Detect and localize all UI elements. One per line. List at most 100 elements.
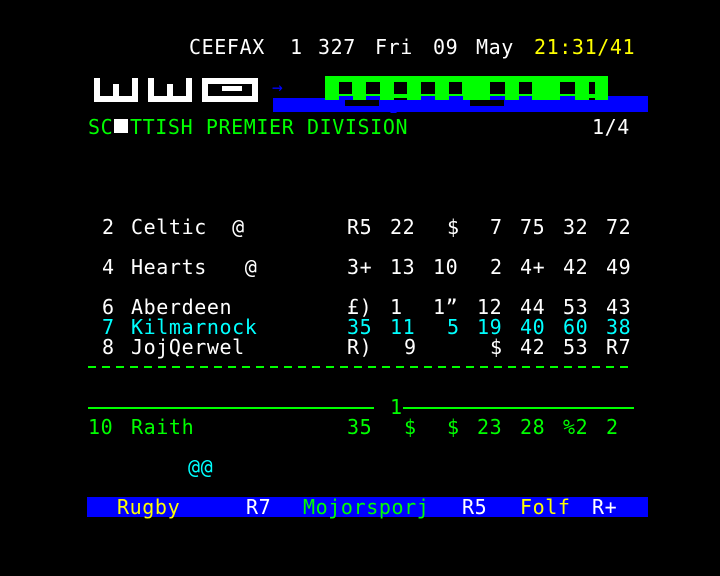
- dash-segment: [578, 366, 586, 368]
- fastext-golf-link[interactable]: Folf: [520, 497, 571, 517]
- dash-segment: [116, 366, 124, 368]
- dash-segment: [312, 366, 320, 368]
- fastext-rugby-page[interactable]: R7: [246, 497, 271, 517]
- cursor-block: [114, 119, 128, 133]
- dash-segment: [228, 366, 236, 368]
- row-col2: 11: [390, 315, 416, 339]
- row-team: Aberdeen: [131, 295, 233, 319]
- dash-segment: [144, 366, 152, 368]
- row-col3: $: [447, 215, 460, 239]
- dash-segment: [354, 366, 362, 368]
- row-col7: 2: [606, 415, 619, 439]
- dash-segment: [270, 366, 278, 368]
- row-position: 7: [102, 315, 115, 339]
- dash-segment: [242, 366, 250, 368]
- row-col4: 12: [477, 295, 503, 319]
- channel-number: 1: [290, 35, 303, 59]
- row-col6: 42: [563, 255, 589, 279]
- fastext-golf-page[interactable]: R+: [592, 497, 617, 517]
- row-col7: 38: [606, 315, 632, 339]
- row-position: 6: [102, 295, 115, 319]
- dash-segment: [186, 366, 194, 368]
- row-col3: 1”: [433, 295, 459, 319]
- row-team: Hearts @: [131, 255, 258, 279]
- row-col6: 32: [563, 215, 589, 239]
- fastext-motorsport-page[interactable]: R5: [462, 497, 487, 517]
- row-col4: 19: [477, 315, 503, 339]
- page-count: 1/4: [592, 115, 630, 139]
- row-position: 10: [88, 415, 114, 439]
- dash-segment: [214, 366, 222, 368]
- row-col2: 13: [390, 255, 416, 279]
- dash-segment: [494, 366, 502, 368]
- divider-right: [403, 407, 634, 409]
- dash-segment: [158, 366, 166, 368]
- dash-segment: [200, 366, 208, 368]
- dash-segment: [102, 366, 110, 368]
- row-col5: 42: [520, 335, 546, 359]
- fastext-motorsport-link[interactable]: Mojorsporj: [303, 497, 429, 517]
- row-col2: 9: [404, 335, 417, 359]
- row-col2: 1: [390, 295, 403, 319]
- arrow-icon: →: [272, 77, 284, 98]
- row-col1: 35: [347, 315, 373, 339]
- row-col7: 49: [606, 255, 632, 279]
- row-col4: $: [490, 335, 503, 359]
- footer-glyph: @@: [188, 455, 214, 479]
- row-team: JojQerwel: [131, 335, 245, 359]
- row-col3: 5: [447, 315, 460, 339]
- row-col4: 7: [490, 215, 503, 239]
- divider-mark: 1: [390, 395, 403, 419]
- dash-segment: [172, 366, 180, 368]
- fastext-rugby-link[interactable]: Rugby: [117, 497, 180, 517]
- dash-segment: [620, 366, 628, 368]
- dash-segment: [522, 366, 530, 368]
- row-col1: R): [347, 335, 373, 359]
- dash-segment: [368, 366, 376, 368]
- row-position: 8: [102, 335, 115, 359]
- header-time: 21:31/41: [534, 35, 636, 59]
- row-col1: 35: [347, 415, 373, 439]
- header-day: Fri: [375, 35, 413, 59]
- row-col2: 22: [390, 215, 416, 239]
- row-col5: 4+: [520, 255, 546, 279]
- dash-segment: [326, 366, 334, 368]
- row-col5: 75: [520, 215, 546, 239]
- row-col6: %2: [563, 415, 589, 439]
- dash-segment: [410, 366, 418, 368]
- row-col2: $: [404, 415, 417, 439]
- row-col1: £): [347, 295, 373, 319]
- dash-segment: [592, 366, 600, 368]
- dash-segment: [606, 366, 614, 368]
- dash-segment: [298, 366, 306, 368]
- dash-segment: [340, 366, 348, 368]
- header-month: May: [476, 35, 514, 59]
- row-col6: 53: [563, 335, 589, 359]
- page-number: 327: [318, 35, 356, 59]
- row-col6: 60: [563, 315, 589, 339]
- dash-segment: [424, 366, 432, 368]
- row-col6: 53: [563, 295, 589, 319]
- row-col5: 40: [520, 315, 546, 339]
- row-team: Celtic @: [131, 215, 245, 239]
- header-date: 09: [433, 35, 459, 59]
- dash-segment: [396, 366, 404, 368]
- dash-segment: [88, 366, 96, 368]
- section-title-right: TTISH PREMIER DIVISION: [130, 115, 409, 139]
- dash-segment: [438, 366, 446, 368]
- dash-segment: [452, 366, 460, 368]
- dash-segment: [480, 366, 488, 368]
- dash-segment: [284, 366, 292, 368]
- row-col4: 23: [477, 415, 503, 439]
- row-position: 4: [102, 255, 115, 279]
- dash-segment: [536, 366, 544, 368]
- row-col1: 3+: [347, 255, 373, 279]
- dash-segment: [382, 366, 390, 368]
- dash-segment: [564, 366, 572, 368]
- row-col7: R7: [606, 335, 632, 359]
- dashed-divider: [88, 366, 635, 368]
- row-col7: 43: [606, 295, 632, 319]
- row-col3: $: [447, 415, 460, 439]
- divider-left: [88, 407, 374, 409]
- row-col5: 28: [520, 415, 546, 439]
